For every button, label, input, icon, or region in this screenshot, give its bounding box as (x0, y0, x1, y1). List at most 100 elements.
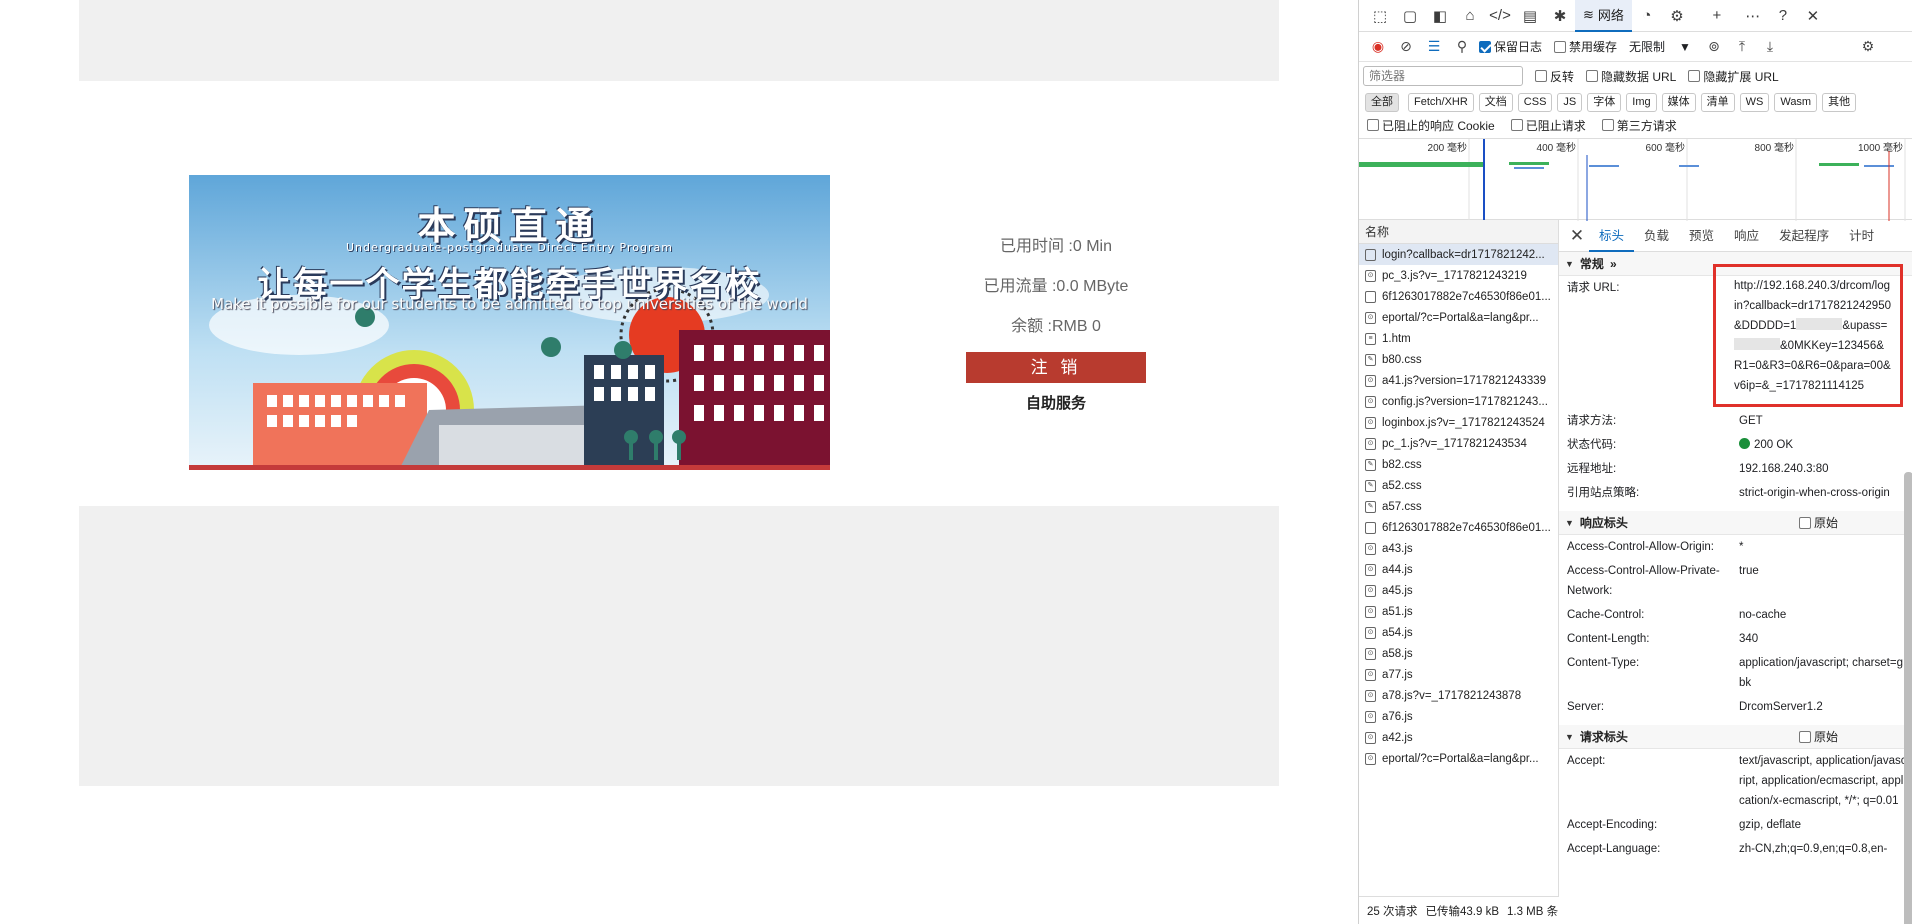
tab-initiator[interactable]: 发起程序 (1769, 220, 1839, 252)
request-row[interactable]: ⊙ a51.js (1359, 601, 1558, 622)
inspect-element-icon[interactable]: ⬚ (1365, 2, 1395, 30)
preserve-log-label: 保留日志 (1494, 40, 1543, 54)
type-filter-chip[interactable]: 字体 (1587, 92, 1622, 112)
request-row[interactable]: ⊙ a43.js (1359, 538, 1558, 559)
script-file-icon: ⊙ (1365, 269, 1376, 282)
record-stop-icon[interactable]: ◉ (1367, 36, 1389, 58)
script-file-icon: ⊙ (1365, 710, 1376, 723)
request-row[interactable]: ⊙ a54.js (1359, 622, 1558, 643)
network-settings-icon[interactable]: ⚙ (1857, 36, 1879, 58)
request-row[interactable]: ⊙ pc_3.js?v=_1717821243219 (1359, 265, 1558, 286)
help-icon[interactable]: ? (1768, 2, 1798, 30)
request-row[interactable]: ⊙ a41.js?version=1717821243339 (1359, 370, 1558, 391)
request-row[interactable]: 6f1263017882e7c46530f86e01... (1359, 517, 1558, 538)
type-filter-chip[interactable]: 其他 (1822, 92, 1857, 112)
request-row[interactable]: ⊙ pc_1.js?v=_1717821243534 (1359, 433, 1558, 454)
blocked-requests-checkbox[interactable]: 已阻止请求 (1510, 117, 1586, 134)
request-row[interactable]: ⊙ a42.js (1359, 727, 1558, 748)
search-icon[interactable]: ⚲ (1451, 36, 1473, 58)
third-party-checkbox[interactable]: 第三方请求 (1601, 117, 1677, 134)
dock-sidebar-icon[interactable]: ◧ (1425, 2, 1455, 30)
resource-type-filters: 全部 Fetch/XHR 文档 CSS JS 字体 Img 媒体 清单 WS W… (1359, 90, 1912, 114)
request-row[interactable]: ✎ b80.css (1359, 349, 1558, 370)
footer-band (79, 506, 1279, 786)
console-icon[interactable]: ▤ (1515, 2, 1545, 30)
welcome-home-icon[interactable]: ⌂ (1455, 2, 1485, 30)
request-row[interactable]: ✎ b82.css (1359, 454, 1558, 475)
throttling-select[interactable]: 无限制 ▼ (1623, 37, 1697, 57)
hide-data-urls-checkbox[interactable]: 隐藏数据 URL (1586, 68, 1676, 85)
tab-timing[interactable]: 计时 (1839, 220, 1884, 252)
request-row[interactable]: ✎ a52.css (1359, 475, 1558, 496)
script-file-icon: ⊙ (1365, 416, 1376, 429)
detail-scrollbar[interactable] (1904, 472, 1912, 924)
close-devtools-icon[interactable]: ✕ (1798, 2, 1828, 30)
chevron-double-right-icon: » (1609, 256, 1617, 271)
tab-preview[interactable]: 预览 (1679, 220, 1724, 252)
type-filter-chip[interactable]: 媒体 (1661, 92, 1696, 112)
device-emulation-icon[interactable]: ▢ (1395, 2, 1425, 30)
blocked-cookies-checkbox[interactable]: 已阻止的响应 Cookie (1367, 117, 1495, 134)
more-options-icon[interactable]: ⋯ (1738, 2, 1768, 30)
filter-icon[interactable]: ☰ (1423, 36, 1445, 58)
self-service-link[interactable]: 自助服务 (966, 392, 1146, 413)
sources-bug-icon[interactable]: ✱ (1545, 2, 1575, 30)
request-name-column: 名称 login?callback=dr1717821242... ⊙ pc_3.… (1359, 220, 1559, 924)
request-row[interactable]: ⊙ loginbox.js?v=_1717821243524 (1359, 412, 1558, 433)
type-filter-chip[interactable]: WS (1739, 92, 1770, 112)
type-filter-chip[interactable]: 清单 (1700, 92, 1735, 112)
type-filter-chip[interactable]: Img (1626, 92, 1657, 112)
type-filter-chip[interactable]: Wasm (1774, 92, 1818, 112)
request-row[interactable]: ⊙ a77.js (1359, 664, 1558, 685)
request-row[interactable]: 6f1263017882e7c46530f86e01... (1359, 286, 1558, 307)
name-column-header[interactable]: 名称 (1359, 220, 1558, 244)
logout-button[interactable]: 注 销 (966, 352, 1146, 383)
html-file-icon: ≡ (1365, 332, 1376, 345)
clear-icon[interactable]: ⊘ (1395, 36, 1417, 58)
tab-payload[interactable]: 负载 (1634, 220, 1679, 252)
import-har-icon[interactable]: ⤒ (1731, 36, 1753, 58)
tab-headers[interactable]: 标头 (1589, 220, 1635, 252)
settings-gear-icon[interactable]: ⚙ (1662, 2, 1692, 30)
close-icon[interactable]: ✕ (1565, 226, 1589, 246)
timeline-overview[interactable]: 200 毫秒 400 毫秒 600 毫秒 800 毫秒 1000 毫秒 (1359, 138, 1912, 221)
expand-triangle-icon: ▼ (1565, 517, 1574, 528)
hide-ext-urls-checkbox[interactable]: 隐藏扩展 URL (1688, 68, 1779, 85)
invert-checkbox[interactable]: 反转 (1535, 68, 1574, 85)
tab-network[interactable]: ≋ 网络 (1575, 0, 1632, 32)
filter-input[interactable] (1363, 66, 1523, 86)
request-row[interactable]: ≡ 1.htm (1359, 328, 1558, 349)
request-row[interactable]: ⊙ eportal/?c=Portal&a=lang&pr... (1359, 307, 1558, 328)
request-row[interactable]: ⊙ a78.js?v=_1717821243878 (1359, 685, 1558, 706)
network-conditions-icon[interactable]: ⊚ (1703, 36, 1725, 58)
preserve-log-checkbox[interactable]: 保留日志 (1479, 38, 1542, 55)
add-tool-icon[interactable]: + (1702, 2, 1732, 30)
request-row[interactable]: ✎ a57.css (1359, 496, 1558, 517)
type-filter-chip[interactable]: CSS (1517, 92, 1553, 112)
type-filter-chip[interactable]: JS (1557, 92, 1583, 112)
performance-icon[interactable]: ◔ (1632, 2, 1662, 30)
type-filter-chip[interactable]: 全部 (1365, 92, 1399, 112)
request-row[interactable]: login?callback=dr1717821242... (1359, 244, 1558, 265)
request-row[interactable]: ⊙ a76.js (1359, 706, 1558, 727)
request-raw-checkbox[interactable]: 原始 (1798, 728, 1838, 745)
request-row[interactable]: ⊙ a45.js (1359, 580, 1558, 601)
response-headers-section-header[interactable]: ▼ 响应标头 原始 (1559, 511, 1912, 535)
status-row: 状态代码: 200 OK (1559, 433, 1912, 457)
request-headers-section-header[interactable]: ▼ 请求标头 原始 (1559, 725, 1912, 749)
tab-response[interactable]: 响应 (1724, 220, 1769, 252)
type-filter-chip[interactable]: 文档 (1478, 92, 1513, 112)
request-row[interactable]: ⊙ a58.js (1359, 643, 1558, 664)
header-key: Server: (1567, 701, 1605, 713)
timeline-tick: 600 毫秒 (1646, 141, 1685, 154)
elements-code-icon[interactable]: </> (1485, 2, 1515, 30)
disable-cache-checkbox[interactable]: 禁用缓存 (1554, 38, 1617, 55)
request-row[interactable]: ⊙ eportal/?c=Portal&a=lang&pr... (1359, 748, 1558, 769)
export-har-icon[interactable]: ⤓ (1759, 36, 1781, 58)
request-row[interactable]: ⊙ a44.js (1359, 559, 1558, 580)
request-name: eportal/?c=Portal&a=lang&pr... (1382, 752, 1539, 765)
header-value: text/javascript, application/javascript,… (1739, 755, 1907, 807)
type-filter-chip[interactable]: Fetch/XHR (1408, 92, 1474, 112)
response-raw-checkbox[interactable]: 原始 (1798, 514, 1838, 531)
request-row[interactable]: ⊙ config.js?version=1717821243... (1359, 391, 1558, 412)
